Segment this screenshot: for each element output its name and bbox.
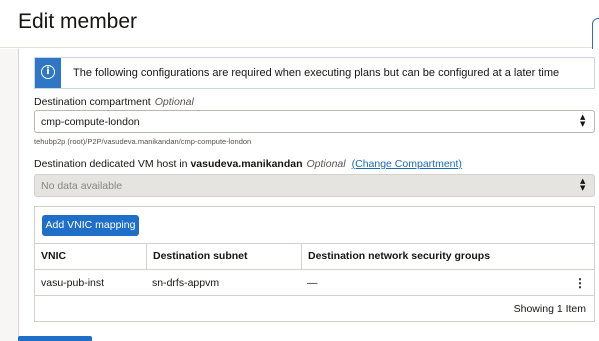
compartment-select[interactable]: cmp-compute-london ▲ ▼ xyxy=(34,110,595,133)
column-header-nsg[interactable]: Destination network security groups xyxy=(301,244,594,269)
page-header: Edit member xyxy=(0,0,599,48)
panel-gutter xyxy=(0,49,18,341)
optional-tag: Optional xyxy=(306,158,346,170)
vm-host-label-text: Destination dedicated VM host in xyxy=(34,158,188,170)
kebab-menu-icon[interactable]: ⋮ xyxy=(574,275,586,291)
cell-vnic: vasu-pub-inst xyxy=(41,277,105,289)
compartment-value: cmp-compute-london xyxy=(41,116,140,128)
info-message: The following configurations are require… xyxy=(73,67,560,79)
info-icon: i xyxy=(35,58,61,88)
cell-nsg: — xyxy=(307,277,318,289)
compartment-path: tehubp2p (root)/P2P/vasudeva.manikandan/… xyxy=(34,137,252,146)
up-down-arrows-icon: ▲ ▼ xyxy=(580,177,586,192)
vm-host-label: Destination dedicated VM host in vasudev… xyxy=(34,158,462,170)
vm-host-compartment-name: vasudeva.manikandan xyxy=(190,158,303,170)
vm-host-value: No data available xyxy=(41,180,123,192)
info-alert: i The following configurations are requi… xyxy=(34,57,595,89)
change-compartment-link[interactable]: (Change Compartment) xyxy=(352,158,462,170)
table-header: VNIC Destination subnet Destination netw… xyxy=(35,243,594,270)
compartment-label-text: Destination compartment xyxy=(34,96,151,108)
submit-button-edge[interactable] xyxy=(18,336,92,341)
cell-subnet: sn-drfs-appvm xyxy=(152,277,220,289)
vnic-mapping-table: Add VNIC mapping VNIC Destination subnet… xyxy=(34,206,595,322)
optional-tag: Optional xyxy=(154,96,194,108)
column-header-vnic[interactable]: VNIC xyxy=(35,244,146,269)
column-header-subnet[interactable]: Destination subnet xyxy=(146,244,301,269)
compartment-label: Destination compartment Optional xyxy=(34,96,194,108)
table-footer-count: Showing 1 Item xyxy=(513,303,586,315)
up-down-arrows-icon: ▲ ▼ xyxy=(580,113,586,128)
add-vnic-mapping-button[interactable]: Add VNIC mapping xyxy=(42,215,139,236)
table-row: vasu-pub-inst sn-drfs-appvm — ⋮ xyxy=(35,270,594,296)
page-title: Edit member xyxy=(18,10,138,33)
vm-host-select[interactable]: No data available ▲ ▼ xyxy=(34,174,595,197)
